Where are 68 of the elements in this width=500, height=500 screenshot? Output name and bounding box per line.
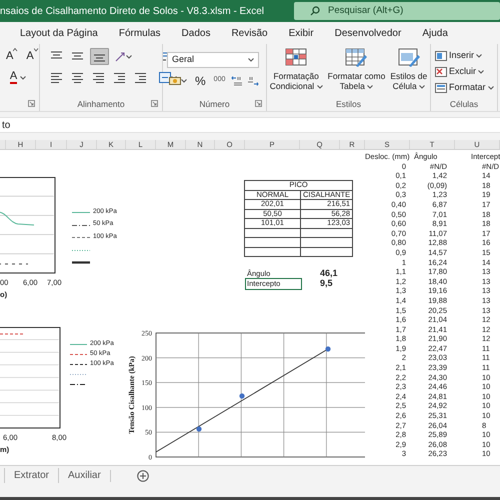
caret-icon	[488, 86, 494, 90]
data-point	[196, 426, 202, 432]
result-value: 46,1	[320, 269, 338, 278]
format-cells-icon	[435, 83, 447, 93]
caret-icon	[419, 84, 426, 89]
caret-icon	[181, 78, 187, 82]
caret-icon	[126, 54, 132, 58]
ribbon-tab[interactable]: Desenvolvedor	[334, 26, 402, 40]
align-left-icon[interactable]	[50, 72, 63, 83]
window-title: nsaios de Cisalhamento Direto de Solos - V8.3.xlsm - Excel	[0, 4, 264, 18]
styles-button[interactable]: Formatar como Tabela	[325, 44, 388, 97]
data-curve	[0, 212, 34, 226]
sheet-tab[interactable]: Auxiliar	[58, 468, 110, 483]
cells-button[interactable]: Formatar	[435, 80, 497, 96]
data-point	[239, 393, 245, 399]
font-grow-button[interactable]: A	[4, 48, 20, 65]
ribbon-tab[interactable]: Fórmulas	[118, 26, 161, 40]
formula-bar[interactable]: to	[0, 117, 500, 133]
ribbon-tab[interactable]: Dados	[182, 26, 210, 40]
styles-button[interactable]: Estilos de Célula	[388, 44, 430, 97]
caret-icon	[478, 70, 484, 74]
text-angle-icon	[115, 51, 126, 62]
search-field[interactable]: Pesquisar (Alt+G)	[294, 2, 500, 20]
align-middle-icon[interactable]	[71, 51, 84, 62]
caret-icon	[316, 84, 323, 89]
number-format-dropdown[interactable]: Geral	[167, 52, 259, 68]
merge-cells-icon	[159, 72, 171, 83]
cells-button[interactable]: Excluir	[435, 64, 497, 80]
ribbon-tab[interactable]: Revisão	[231, 26, 268, 40]
align-center-icon[interactable]	[71, 72, 84, 83]
group-label: Número	[199, 98, 230, 110]
decrease-decimal-icon[interactable]	[247, 75, 260, 86]
data-point	[325, 346, 331, 352]
delete-cells-icon	[435, 67, 447, 77]
align-right-icon[interactable]	[92, 72, 105, 83]
dialog-launcher-icon[interactable]	[28, 100, 35, 107]
conditional-format-icon	[284, 48, 308, 68]
percent-button[interactable]: %	[193, 72, 208, 89]
align-bottom-button[interactable]	[90, 48, 109, 65]
group-label: Alinhamento	[77, 98, 125, 110]
dialog-launcher-icon[interactable]	[255, 100, 262, 107]
cell-brush-icon	[396, 48, 421, 68]
font-shrink-button[interactable]: A	[24, 48, 41, 65]
result-value: 9,5	[320, 279, 333, 288]
caret-icon	[13, 48, 18, 52]
font-color-button[interactable]: A	[4, 69, 32, 86]
caret-icon	[20, 76, 26, 80]
increase-decimal-icon[interactable]	[231, 75, 244, 86]
ribbon-tab[interactable]: Layout da Página	[20, 26, 98, 40]
group-label: Células	[450, 98, 478, 110]
cells-button[interactable]: Inserir	[435, 48, 497, 64]
sheet-tab[interactable]: Extrator	[4, 468, 58, 483]
styles-button[interactable]: Formatação Condicional	[267, 44, 326, 97]
caret-icon	[34, 48, 39, 52]
dialog-launcher-icon[interactable]	[151, 100, 158, 107]
insert-cells-icon	[435, 51, 447, 61]
ribbon-tab[interactable]: Exibir	[288, 26, 314, 40]
caret-icon	[248, 58, 254, 62]
add-sheet-icon[interactable]	[136, 470, 149, 482]
search-icon	[310, 6, 320, 16]
ribbon-tab[interactable]: Ajuda	[422, 26, 448, 40]
decrease-indent-icon[interactable]	[113, 72, 126, 83]
caret-icon	[476, 54, 482, 58]
increase-indent-icon[interactable]	[134, 72, 147, 83]
caret-icon	[367, 84, 374, 89]
money-icon	[169, 76, 181, 86]
group-label: Estilos	[336, 98, 362, 110]
table-brush-icon	[344, 48, 368, 68]
